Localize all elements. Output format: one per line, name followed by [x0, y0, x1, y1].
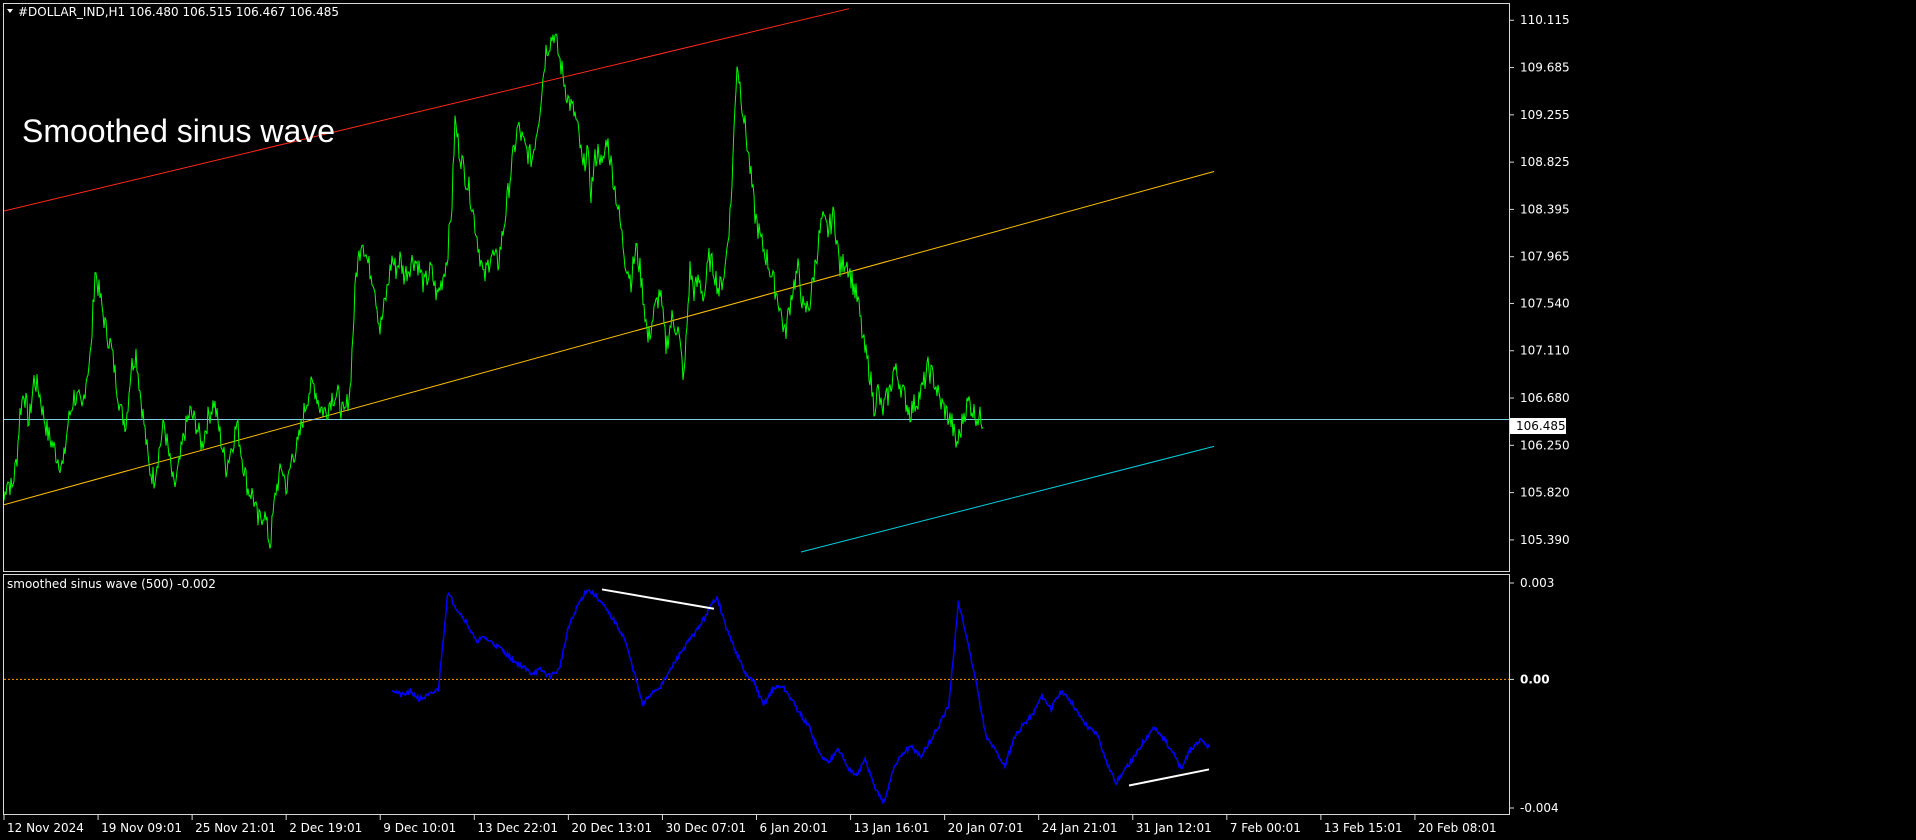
time-tick-label: 30 Dec 07:01 — [665, 821, 746, 835]
time-tick-label: 20 Dec 13:01 — [571, 821, 652, 835]
indicator-plot-area — [4, 588, 1509, 805]
price-tick-label: 105.820 — [1520, 486, 1570, 500]
price-tick-label: 107.965 — [1520, 250, 1570, 264]
divergence-line-2 — [1128, 768, 1210, 787]
time-tick-label: 7 Feb 00:01 — [1230, 821, 1301, 835]
price-tick-label: 109.685 — [1520, 61, 1570, 75]
indicator-header: smoothed sinus wave (500) -0.002 — [7, 577, 216, 591]
overlay-label: Smoothed sinus wave — [22, 113, 335, 149]
time-tick-label: 6 Jan 20:01 — [760, 821, 828, 835]
price-tick-label: 105.390 — [1520, 533, 1570, 547]
time-tick-label: 25 Nov 21:01 — [195, 821, 276, 835]
ohlc-high: 106.515 — [182, 5, 232, 19]
cyan-channel-line — [800, 445, 1215, 553]
time-tick-label: 2 Dec 19:01 — [289, 821, 362, 835]
dropdown-triangle-icon[interactable] — [7, 9, 13, 13]
main-panel-frame — [3, 3, 1510, 572]
red-channel-line — [4, 8, 850, 212]
time-tick-label: 19 Nov 09:01 — [101, 821, 182, 835]
time-tick-label: 9 Dec 10:01 — [383, 821, 456, 835]
time-tick-label: 20 Feb 08:01 — [1418, 821, 1497, 835]
indicator-series-line — [391, 588, 1210, 805]
time-tick-label: 20 Jan 07:01 — [948, 821, 1024, 835]
time-tick-label: 13 Jan 16:01 — [854, 821, 930, 835]
time-tick-label: 24 Jan 21:01 — [1042, 821, 1118, 835]
symbol-name: #DOLLAR_IND,H1 — [18, 5, 125, 19]
price-tick-label: 107.110 — [1520, 344, 1570, 358]
indicator-tick-label: -0.004 — [1520, 801, 1559, 815]
ohlc-low: 106.467 — [236, 5, 286, 19]
price-tick-label: 106.250 — [1520, 438, 1570, 452]
price-tick-label: 110.115 — [1520, 13, 1570, 27]
price-series-line — [4, 33, 984, 549]
yellow-channel-line — [4, 170, 1215, 506]
symbol-header: #DOLLAR_IND,H1 106.480 106.515 106.467 1… — [18, 5, 339, 19]
divergence-line-1 — [601, 588, 715, 610]
price-plot-area — [4, 8, 1509, 553]
indicator-tick-label: 0.003 — [1520, 576, 1554, 590]
chart-canvas: 110.115 109.685 109.255 108.825 108.395 107.9… — [3, 3, 1570, 835]
price-tick-label: 107.540 — [1520, 296, 1570, 310]
price-tick-label: 109.255 — [1520, 108, 1570, 122]
ohlc-open: 106.480 — [129, 5, 179, 19]
time-tick-label: 13 Dec 22:01 — [477, 821, 558, 835]
price-tick-label: 108.395 — [1520, 202, 1570, 216]
time-tick-label: 12 Nov 2024 — [7, 821, 84, 835]
time-tick-label: 13 Feb 15:01 — [1324, 821, 1403, 835]
current-price-tag: 106.485 — [1516, 419, 1566, 433]
indicator-tick-label: 0.00 — [1520, 672, 1550, 686]
price-tick-label: 108.825 — [1520, 155, 1570, 169]
indicator-panel-frame — [3, 574, 1510, 815]
ohlc-close: 106.485 — [289, 5, 339, 19]
price-tick-label: 106.680 — [1520, 391, 1570, 405]
time-tick-label: 31 Jan 12:01 — [1136, 821, 1212, 835]
